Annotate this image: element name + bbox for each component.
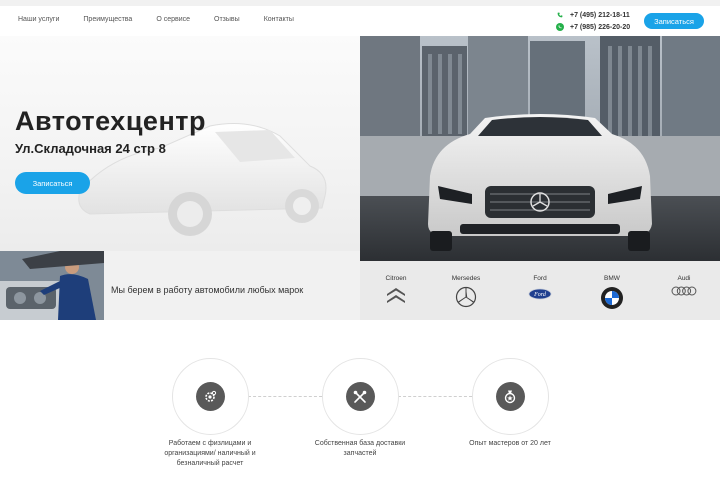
phone-number-1[interactable]: +7 (495) 212-18-11 [570,12,630,19]
brand-strip: Citroen Mersedes Ford Ford BMW Audi [360,261,720,320]
ford-logo-icon: Ford [528,288,552,300]
site-header: Наши услуги Преимущества О сервисе Отзыв… [0,6,720,36]
brand-name: Audi [677,275,691,282]
citroen-logo-icon [387,288,405,303]
mercedes-logo-icon [455,286,477,308]
mechanic-photo [0,251,104,320]
bmw-logo-icon [601,287,623,309]
feature-ring [171,358,249,435]
feature-text: Собственная база доставки запчастей [314,440,406,457]
mercedes-car-image [360,36,720,261]
brand-bmw[interactable]: BMW [587,275,637,310]
feature-parts-delivery: Собственная база доставки запчастей [295,358,425,459]
phone-block: +7 (495) 212-18-11 +7 (985) 226-20-20 [556,9,630,33]
phone-row-1[interactable]: +7 (495) 212-18-11 [556,9,630,21]
brand-name: BMW [604,275,620,282]
header-signup-button[interactable]: Записаться [644,13,704,29]
brand-ford[interactable]: Ford Ford [515,275,565,300]
hero-car-photo [360,36,720,261]
feature-payment: Работаем с физлицами и организациями/ на… [145,358,275,469]
brand-name: Mersedes [451,275,481,282]
hero-title: Автотехцентр [15,106,206,136]
hero-address: Ул.Складочная 24 стр 8 [15,141,166,156]
phone-icon [556,11,564,19]
brand-citroen[interactable]: Citroen [371,275,421,304]
feature-ring [321,358,399,435]
gears-icon [195,382,225,411]
tools-icon [345,382,375,411]
phone-number-2[interactable]: +7 (985) 226-20-20 [570,24,630,31]
nav-link-reviews[interactable]: Отзывы [214,16,240,23]
hero-signup-button[interactable]: Записаться [15,172,90,194]
nav-link-advantages[interactable]: Преимущества [83,16,132,23]
nav-link-about[interactable]: О сервисе [156,16,190,23]
feature-text: Опыт мастеров от 20 лет [469,440,551,447]
service-note-area: Мы берем в работу автомобили любых марок [104,251,360,320]
brand-name: Ford [533,275,547,282]
brand-mercedes[interactable]: Mersedes [441,275,491,308]
brand-name: Citroen [385,275,407,282]
hero-left-panel: Автотехцентр Ул.Складочная 24 стр 8 Запи… [0,36,360,251]
nav-link-contacts[interactable]: Контакты [264,16,294,23]
nav-link-services[interactable]: Наши услуги [18,16,59,23]
master-badge-icon [495,382,525,411]
feature-experience: Опыт мастеров от 20 лет [445,358,575,449]
svg-text:Ford: Ford [533,292,547,298]
service-note: Мы берем в работу автомобили любых марок [111,285,304,295]
feature-ring [471,358,549,435]
feature-text: Работаем с физлицами и организациями/ на… [164,440,256,467]
whatsapp-icon [556,23,564,31]
phone-row-2[interactable]: +7 (985) 226-20-20 [556,21,630,33]
main-nav: Наши услуги Преимущества О сервисе Отзыв… [18,16,318,23]
audi-logo-icon [671,286,697,296]
brand-audi[interactable]: Audi [659,275,709,296]
